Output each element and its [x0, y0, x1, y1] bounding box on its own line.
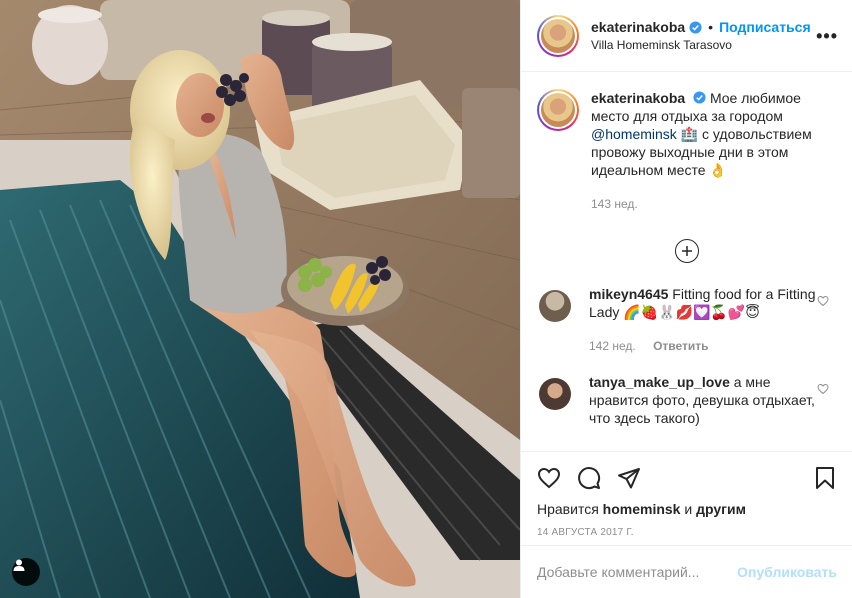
commenter-avatar[interactable]: [539, 290, 571, 322]
location-link[interactable]: Villa Homeminsk Tarasovo: [591, 38, 811, 52]
comment-time[interactable]: 142 нед.: [589, 339, 636, 353]
follow-button[interactable]: Подписаться: [719, 19, 811, 35]
author-avatar[interactable]: [537, 14, 579, 57]
caption-username[interactable]: ekaterinakoba: [591, 90, 685, 106]
post-header: ekaterinakoba • Подписаться Villa Homemi…: [521, 0, 852, 72]
bookmark-icon[interactable]: [813, 466, 837, 490]
caption-time[interactable]: 143 нед.: [591, 195, 831, 213]
caption-mention[interactable]: @homeminsk: [591, 126, 677, 142]
caption-avatar[interactable]: [537, 89, 579, 131]
post-sidebar: ekaterinakoba • Подписаться Villa Homemi…: [520, 0, 852, 598]
author-username[interactable]: ekaterinakoba: [591, 19, 685, 35]
likes-user[interactable]: homeminsk: [603, 501, 681, 517]
reply-button[interactable]: Ответить: [653, 339, 708, 353]
share-icon[interactable]: [617, 466, 641, 490]
comment-like-icon[interactable]: [817, 383, 829, 395]
verified-icon: [693, 91, 706, 104]
load-more-icon[interactable]: [675, 239, 699, 263]
commenter-avatar[interactable]: [539, 378, 571, 410]
comment-item: mikeyn4645 Fitting food for a Fitting La…: [537, 285, 837, 355]
post-caption: ekaterinakoba Мое любимое место для отды…: [537, 89, 837, 213]
separator-dot: •: [708, 19, 714, 35]
likes-prefix: Нравится: [537, 501, 599, 517]
comment-icon[interactable]: [577, 466, 601, 490]
comment-username[interactable]: tanya_make_up_love: [589, 374, 730, 390]
likes-summary: Нравится homeminsk и другим: [537, 501, 837, 517]
user-tag-icon: [13, 559, 25, 571]
add-comment-bar: Опубликовать: [521, 545, 852, 598]
comments-list[interactable]: ekaterinakoba Мое любимое место для отды…: [521, 73, 852, 451]
user-tag-button[interactable]: [12, 558, 40, 586]
post-actions: Нравится homeminsk и другим 14 августа 2…: [521, 451, 852, 545]
comment-input[interactable]: [537, 564, 738, 580]
heart-icon[interactable]: [537, 466, 561, 490]
comment-item: tanya_make_up_love а мне нравится фото, …: [537, 373, 837, 427]
more-options-icon[interactable]: •••: [816, 26, 838, 47]
publish-button[interactable]: Опубликовать: [737, 564, 837, 580]
likes-conjunction: и: [684, 501, 693, 517]
comment-like-icon[interactable]: [817, 295, 829, 307]
verified-icon: [689, 20, 702, 34]
post-date[interactable]: 14 августа 2017 г.: [537, 527, 837, 538]
likes-others-button[interactable]: другим: [696, 501, 746, 517]
comment-username[interactable]: mikeyn4645: [589, 286, 668, 302]
post-photo[interactable]: [0, 0, 520, 598]
post-image: [0, 0, 520, 598]
